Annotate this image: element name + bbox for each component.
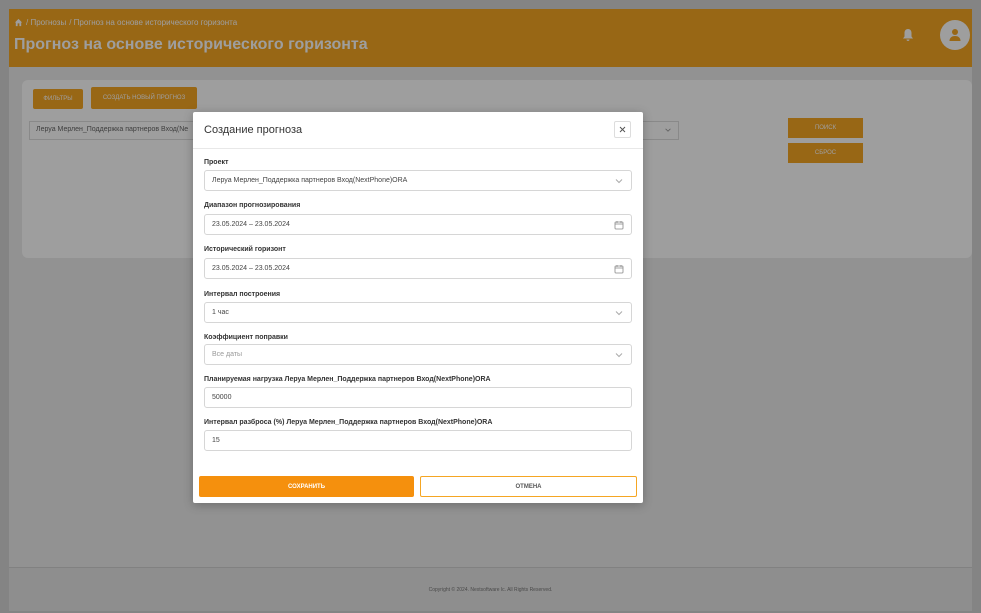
planned-load-value: 50000 (212, 394, 232, 401)
chevron-down-icon (615, 353, 623, 358)
build-interval-value: 1 час (212, 309, 229, 316)
correction-coefficient-label: Коэффициент поправки (204, 334, 288, 341)
close-icon (619, 126, 626, 133)
spread-interval-label: Интервал разброса (%) Леруа Мерлен_Подде… (204, 419, 493, 426)
build-interval-label: Интервал построения (204, 291, 281, 298)
historical-horizon-value: 23.05.2024 – 23.05.2024 (212, 265, 290, 272)
spread-interval-input[interactable]: 15 (204, 430, 632, 451)
spread-interval-value: 15 (212, 437, 220, 444)
correction-coefficient-placeholder: Все даты (212, 351, 243, 358)
forecast-range-label: Диапазон прогнозирования (204, 202, 301, 209)
historical-horizon-input[interactable]: 23.05.2024 – 23.05.2024 (204, 258, 632, 279)
chevron-down-icon (615, 311, 623, 316)
modal-title: Создание прогноза (204, 124, 303, 136)
forecast-range-value: 23.05.2024 – 23.05.2024 (212, 221, 290, 228)
project-label: Проект (204, 159, 229, 166)
create-forecast-modal: Создание прогноза Проект Леруа Мерлен_По… (193, 112, 643, 503)
save-button[interactable]: СОХРАНИТЬ (199, 476, 414, 497)
correction-coefficient-dropdown[interactable]: Все даты (204, 344, 632, 365)
chevron-down-icon (615, 179, 623, 184)
planned-load-label: Планируемая нагрузка Леруа Мерлен_Поддер… (204, 376, 491, 383)
forecast-range-input[interactable]: 23.05.2024 – 23.05.2024 (204, 214, 632, 235)
calendar-icon[interactable] (614, 264, 624, 274)
calendar-icon[interactable] (614, 220, 624, 230)
planned-load-input[interactable]: 50000 (204, 387, 632, 408)
close-button[interactable] (614, 121, 631, 138)
modal-header: Создание прогноза (193, 112, 643, 149)
project-dropdown-value: Леруа Мерлен_Поддержка партнеров Вход(Ne… (212, 177, 408, 184)
historical-horizon-label: Исторический горизонт (204, 246, 286, 253)
cancel-button[interactable]: ОТМЕНА (420, 476, 637, 497)
project-dropdown[interactable]: Леруа Мерлен_Поддержка партнеров Вход(Ne… (204, 170, 632, 191)
build-interval-dropdown[interactable]: 1 час (204, 302, 632, 323)
